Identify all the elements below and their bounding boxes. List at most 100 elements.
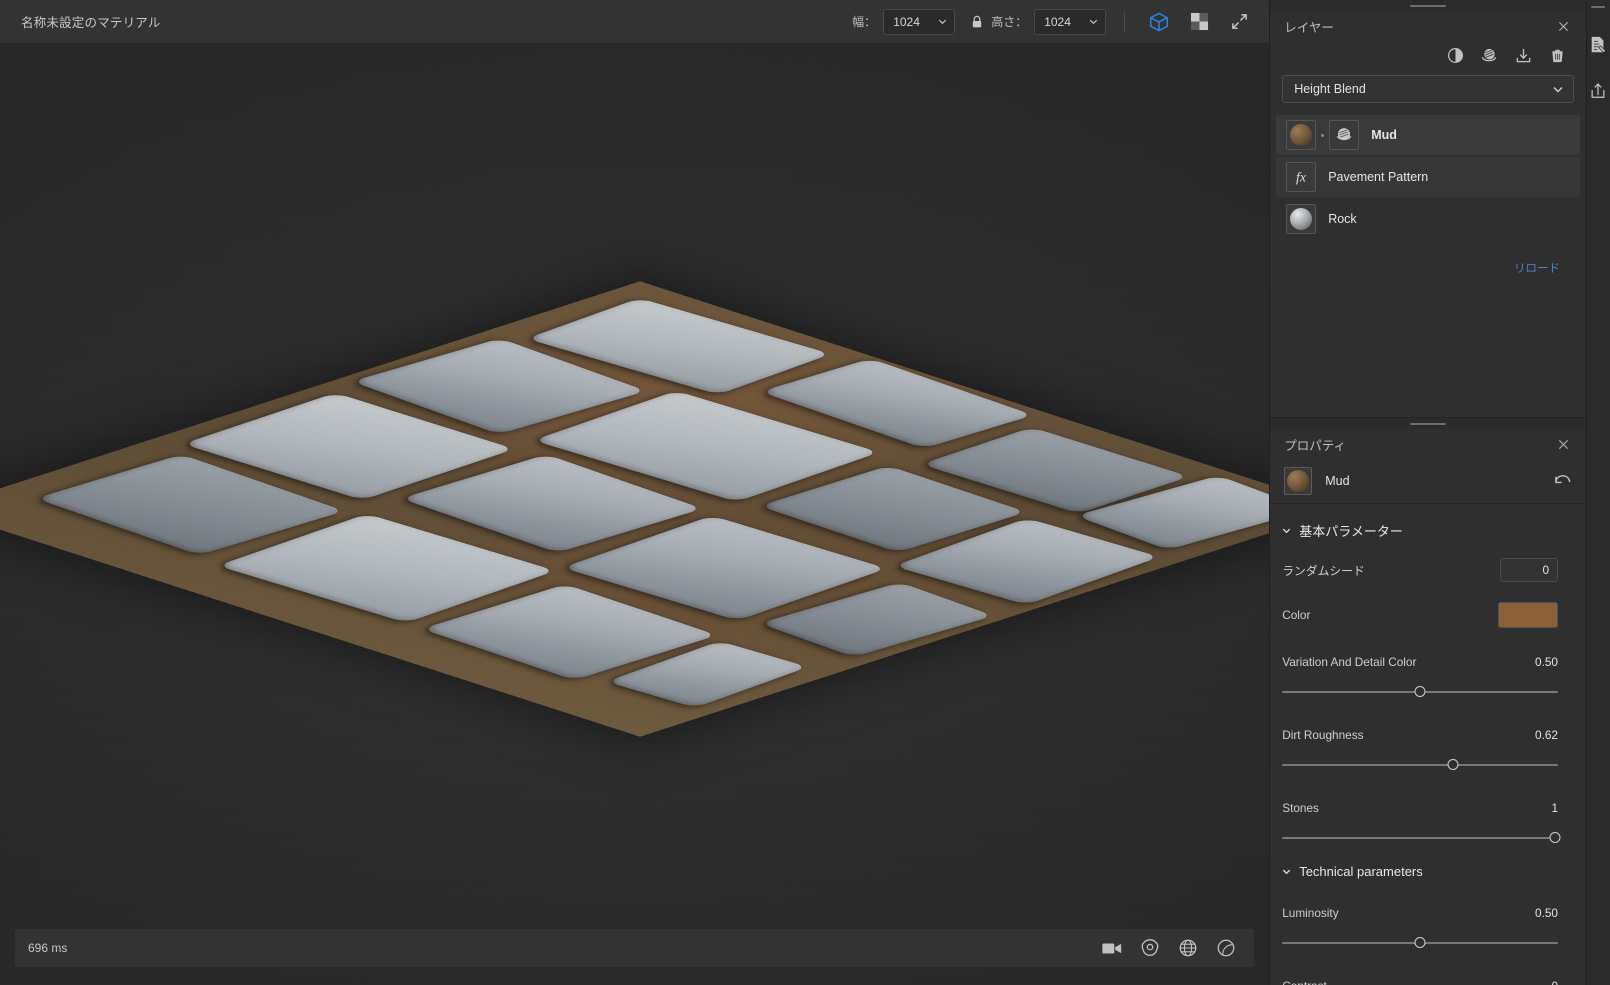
property-luminosity: Luminosity 0.50: [1270, 889, 1586, 952]
slider-knob[interactable]: [1414, 686, 1426, 697]
adjustment-icon[interactable]: [1445, 45, 1465, 65]
layer-thumbnail[interactable]: [1286, 204, 1317, 234]
slider-track: [1282, 764, 1558, 766]
layer-thumbnail[interactable]: [1286, 120, 1317, 150]
stones-slider[interactable]: [1282, 829, 1561, 847]
layer-list: Mud fx Pavement Pattern Rock リロード: [1270, 113, 1586, 417]
width-label: 幅：: [852, 15, 877, 29]
property-contrast: Contrast 0: [1270, 952, 1586, 985]
property-value: 0.50: [1535, 655, 1558, 669]
width-dropdown[interactable]: 1024: [883, 8, 956, 35]
property-label: Contrast: [1282, 979, 1327, 985]
revert-icon[interactable]: [1552, 471, 1572, 491]
color-swatch[interactable]: [1498, 602, 1558, 628]
rail-grip[interactable]: [1591, 6, 1606, 8]
camera-icon[interactable]: [1097, 934, 1127, 962]
width-group: 幅： 1024: [852, 8, 956, 35]
property-random-seed: ランダムシード 0: [1270, 550, 1586, 583]
property-label: Dirt Roughness: [1282, 728, 1364, 742]
property-label: Stones: [1282, 801, 1319, 815]
viewport-status-bar: 696 ms: [15, 929, 1255, 967]
3d-viewport[interactable]: 696 ms: [0, 44, 1270, 985]
close-icon[interactable]: [1554, 17, 1572, 35]
height-group: 高さ： 1024: [991, 8, 1107, 35]
section-title: Technical parameters: [1299, 864, 1423, 879]
top-toolbar: 名称未設定のマテリアル 幅： 1024 高さ： 1024: [0, 0, 1270, 44]
height-value: 1024: [1044, 14, 1071, 29]
property-value: 0: [1551, 979, 1558, 985]
property-label: ランダムシード: [1282, 563, 1365, 578]
layer-row[interactable]: Rock: [1276, 199, 1580, 239]
property-label: Luminosity: [1282, 906, 1339, 920]
material-layer-icon[interactable]: [1479, 45, 1499, 65]
property-value: 1: [1551, 801, 1558, 815]
viewport-tool-group: [1097, 934, 1241, 962]
layer-row[interactable]: fx Pavement Pattern: [1276, 157, 1580, 197]
variation-and-detail-color-slider[interactable]: [1282, 683, 1558, 701]
property-dirt-roughness: Dirt Roughness 0.62: [1270, 701, 1586, 774]
reload-link[interactable]: リロード: [1514, 263, 1560, 275]
properties-panel: プロパティ Mud 基本パラメーター ランダムシード 0 Color Varia…: [1270, 418, 1586, 985]
random-seed-input[interactable]: 0: [1500, 558, 1558, 582]
section-title: 基本パラメーター: [1299, 524, 1403, 539]
chevron-down-icon: [1281, 866, 1292, 877]
slider-knob[interactable]: [1549, 832, 1561, 843]
rock-sphere-icon: [1290, 208, 1313, 230]
reload-row: リロード: [1270, 241, 1586, 277]
properties-panel-header: プロパティ: [1270, 429, 1586, 459]
chevron-down-icon: [1088, 16, 1099, 27]
section-header-basic[interactable]: 基本パラメーター: [1270, 504, 1586, 550]
property-value: 0.50: [1535, 906, 1558, 920]
slider-knob[interactable]: [1414, 937, 1426, 948]
property-stones: Stones 1: [1270, 774, 1586, 847]
layer-name: Rock: [1328, 212, 1357, 226]
slider-knob[interactable]: [1447, 759, 1459, 770]
delete-icon[interactable]: [1547, 45, 1567, 65]
close-icon[interactable]: [1554, 435, 1572, 453]
application-window: 名称未設定のマテリアル 幅： 1024 高さ： 1024 696 ms レイヤー…: [0, 0, 1610, 985]
section-header-technical[interactable]: Technical parameters: [1270, 847, 1586, 889]
chevron-down-icon: [1281, 525, 1292, 536]
properties-item-thumbnail: [1284, 467, 1313, 495]
properties-panel-grip[interactable]: [1270, 418, 1586, 429]
height-label: 高さ：: [991, 15, 1028, 29]
layers-panel-header: レイヤー: [1270, 11, 1586, 41]
width-value: 1024: [893, 14, 920, 29]
layer-name: Mud: [1371, 128, 1397, 142]
chevron-down-icon: [1552, 83, 1564, 95]
property-color: Color: [1270, 583, 1586, 628]
material-sphere-icon[interactable]: [1211, 934, 1241, 962]
layer-row[interactable]: Mud: [1276, 115, 1580, 155]
toolbar-separator: [1124, 10, 1126, 33]
chevron-down-icon: [937, 16, 948, 27]
blend-mode-dropdown[interactable]: Height Blend: [1282, 75, 1574, 103]
lock-icon[interactable]: [971, 15, 983, 29]
layer-mask-thumbnail[interactable]: [1329, 120, 1360, 150]
render-time-label: 696 ms: [28, 941, 68, 955]
slider-track: [1282, 837, 1558, 839]
right-icon-rail: [1586, 0, 1610, 985]
height-dropdown[interactable]: 1024: [1034, 8, 1107, 35]
mud-sphere-icon: [1287, 470, 1310, 492]
luminosity-slider[interactable]: [1282, 934, 1558, 952]
document-edit-icon[interactable]: [1587, 30, 1609, 60]
layer-thumbnail[interactable]: fx: [1286, 162, 1317, 192]
document-title: 名称未設定のマテリアル: [21, 16, 161, 30]
layer-name: Pavement Pattern: [1328, 170, 1429, 184]
properties-item-name: Mud: [1325, 474, 1350, 488]
property-label: Color: [1282, 608, 1311, 622]
environment-icon[interactable]: [1135, 934, 1165, 962]
checker-2d-icon[interactable]: [1183, 6, 1215, 38]
expand-arrows-icon[interactable]: [1223, 6, 1255, 38]
dirt-roughness-slider[interactable]: [1282, 756, 1558, 774]
layers-toolbar: [1270, 41, 1586, 75]
layers-panel-grip[interactable]: [1270, 0, 1586, 11]
cube-3d-icon[interactable]: [1143, 6, 1175, 38]
property-label: Variation And Detail Color: [1282, 655, 1417, 669]
import-icon[interactable]: [1513, 45, 1533, 65]
export-icon[interactable]: [1587, 76, 1609, 106]
globe-grid-icon[interactable]: [1173, 934, 1203, 962]
layers-panel: レイヤー Height Blend Mud fx Pavement Patter…: [1270, 0, 1586, 418]
properties-item-header: Mud: [1270, 459, 1586, 504]
properties-panel-title: プロパティ: [1284, 438, 1346, 453]
